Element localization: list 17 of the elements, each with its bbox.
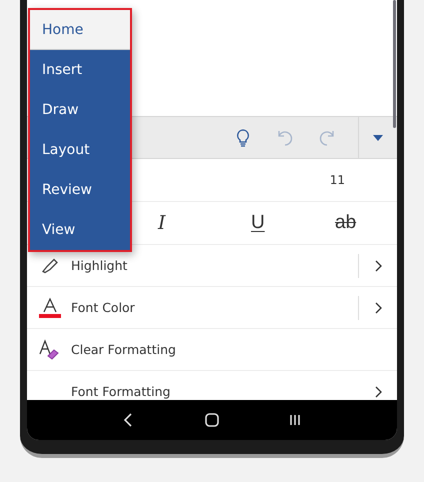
strikethrough-button[interactable]: ab <box>329 210 362 236</box>
menu-item[interactable]: Layout <box>30 130 130 170</box>
clear-formatting-icon <box>39 338 61 360</box>
scrollbar[interactable] <box>393 0 396 128</box>
format-option[interactable]: Font Color <box>27 287 397 329</box>
home-icon[interactable] <box>202 411 221 429</box>
underline-button[interactable]: U <box>245 210 271 236</box>
format-option[interactable]: Clear Formatting <box>27 329 397 371</box>
italic-button[interactable]: I <box>152 210 172 236</box>
caret-icon[interactable] <box>373 134 383 140</box>
font-color-icon <box>39 296 61 318</box>
menu-item[interactable]: Draw <box>30 90 130 130</box>
menu-item[interactable]: Insert <box>30 50 130 90</box>
font-size-value[interactable]: 11 <box>330 173 345 187</box>
marker-icon <box>42 258 58 274</box>
menu-item[interactable]: Home <box>30 10 130 50</box>
menu-item[interactable]: Review <box>30 170 130 210</box>
